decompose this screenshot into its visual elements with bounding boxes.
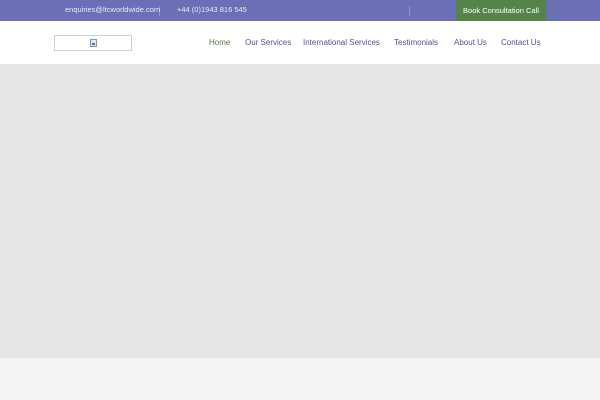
nav-item-international-services[interactable]: International Services	[303, 38, 380, 47]
book-consultation-button[interactable]: Book Consultation Call	[456, 0, 546, 21]
top-bar-divider	[409, 6, 410, 16]
nav-item-about-us[interactable]: About Us	[454, 38, 487, 47]
broken-image-icon	[90, 39, 97, 47]
nav-item-testimonials[interactable]: Testimonials	[394, 38, 438, 47]
nav-item-our-services[interactable]: Our Services	[245, 38, 291, 47]
hero-placeholder	[0, 65, 600, 358]
nav-item-contact-us[interactable]: Contact Us	[501, 38, 541, 47]
top-bar-divider	[159, 6, 160, 16]
content-section	[0, 358, 600, 400]
site-header: Home Our Services International Services…	[0, 21, 600, 65]
nav-item-home[interactable]: Home	[209, 38, 230, 47]
site-logo[interactable]	[54, 35, 132, 51]
phone-link[interactable]: +44 (0)1943 816 545	[177, 5, 247, 14]
email-link[interactable]: enquiries@ltcworldwide.com	[65, 5, 160, 14]
top-bar: enquiries@ltcworldwide.com +44 (0)1943 8…	[0, 0, 600, 21]
